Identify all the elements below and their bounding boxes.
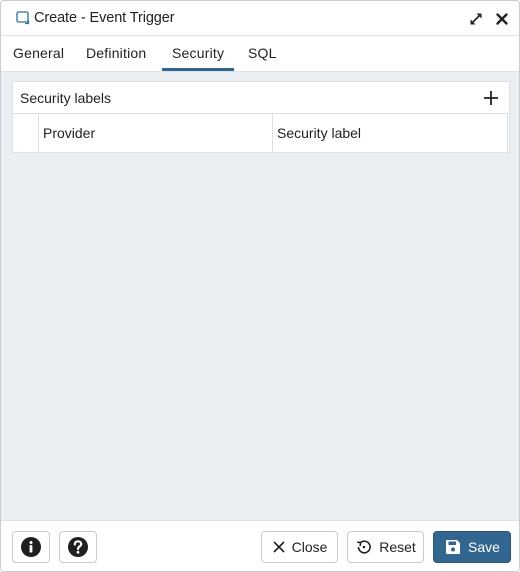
tab-bar: General Definition Security SQL	[1, 36, 519, 72]
row-handle-column	[13, 114, 39, 152]
security-labels-grid-header: Provider Security label	[13, 114, 509, 152]
close-button-label: Close	[291, 539, 328, 555]
close-button[interactable]: Close	[261, 531, 338, 563]
tab-sql[interactable]: SQL	[248, 36, 277, 71]
reset-button-label: Reset	[379, 539, 416, 555]
column-header-security-label: Security label	[273, 114, 508, 152]
help-icon	[67, 536, 89, 558]
dialog-titlebar[interactable]: Create - Event Trigger	[1, 1, 519, 36]
column-header-provider: Provider	[39, 114, 273, 152]
help-button[interactable]	[59, 531, 97, 563]
plus-icon[interactable]	[481, 88, 501, 108]
security-labels-panel: Security labels Provider Security label	[12, 81, 510, 153]
tab-security[interactable]: Security	[162, 36, 235, 71]
tab-general[interactable]: General	[13, 36, 64, 71]
maximize-icon[interactable]	[467, 10, 485, 28]
security-labels-header: Security labels	[13, 82, 509, 114]
security-labels-title: Security labels	[20, 90, 112, 106]
reset-button[interactable]: Reset	[347, 531, 424, 563]
save-button-label: Save	[468, 539, 500, 555]
info-button[interactable]	[12, 531, 50, 563]
create-event-trigger-dialog: Create - Event Trigger General Definitio…	[0, 0, 520, 572]
info-icon	[20, 536, 42, 558]
close-x-icon	[272, 540, 286, 554]
dialog-title: Create - Event Trigger	[34, 10, 175, 26]
dialog-footer: Close Reset Save	[1, 520, 519, 571]
tab-content: Security labels Provider Security label	[1, 72, 519, 520]
event-trigger-icon	[16, 11, 30, 25]
save-icon	[444, 538, 462, 556]
close-icon[interactable]	[493, 10, 511, 28]
save-button[interactable]: Save	[433, 531, 511, 563]
tab-definition[interactable]: Definition	[86, 36, 146, 71]
reset-icon	[355, 538, 373, 556]
